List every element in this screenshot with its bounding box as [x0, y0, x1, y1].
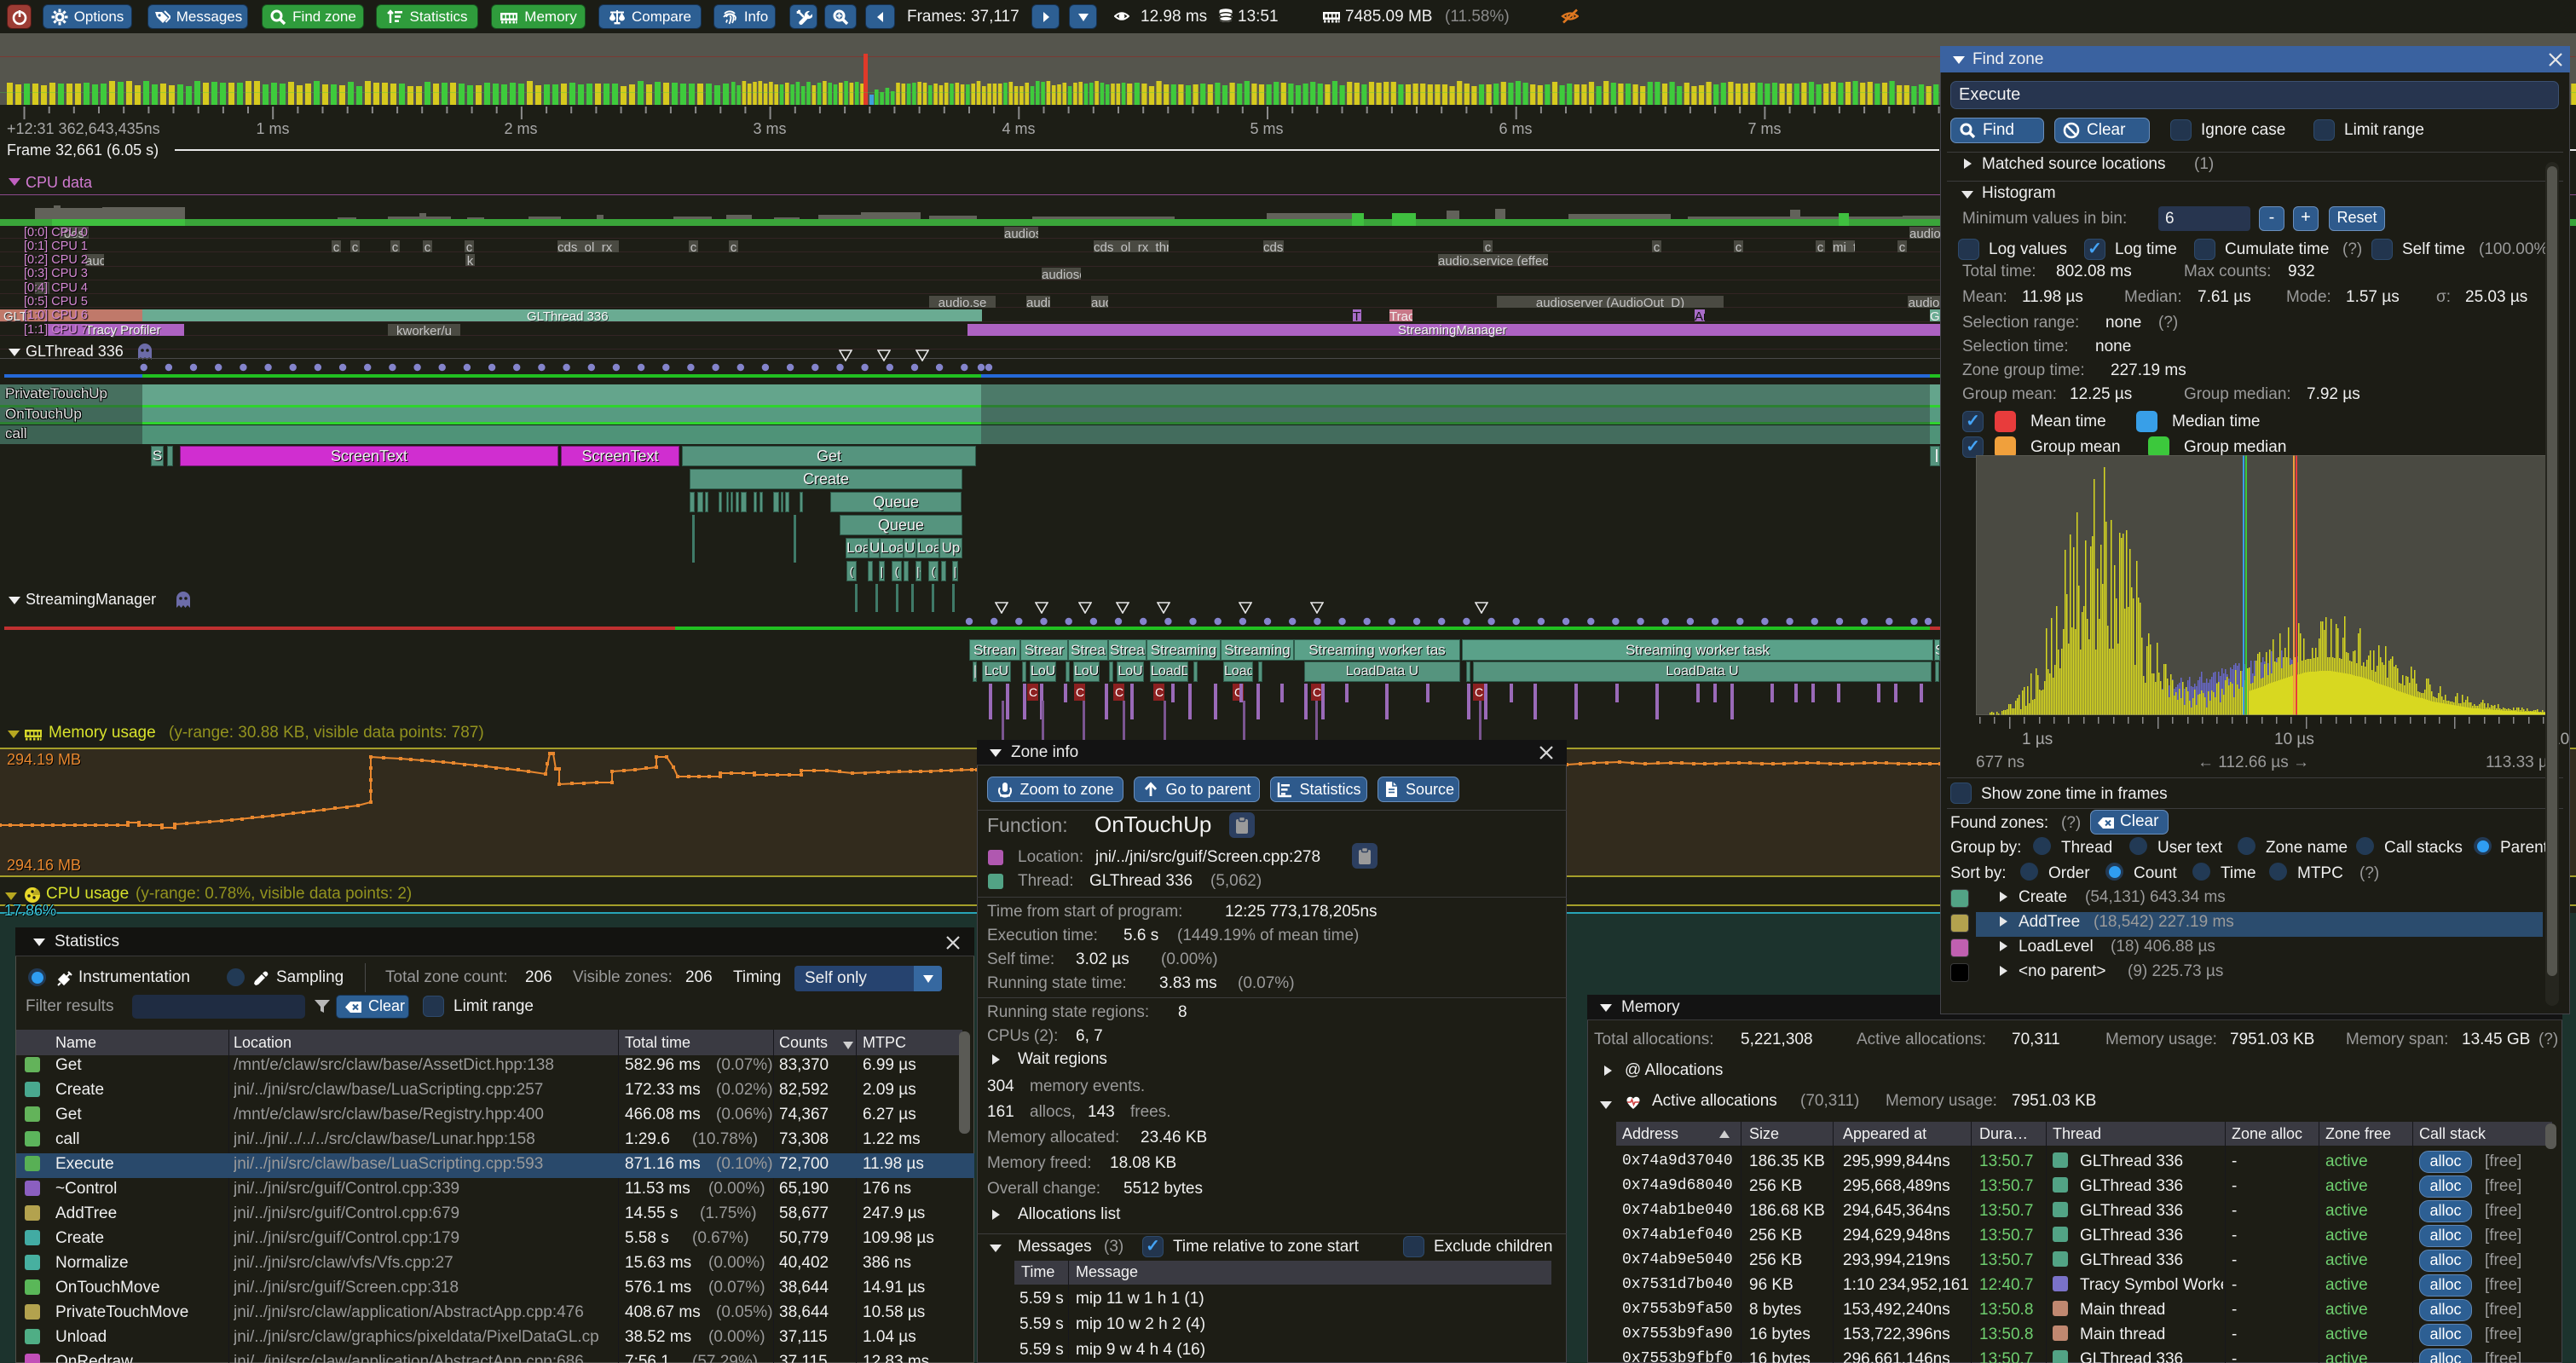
svg-text:C: C — [1313, 685, 1321, 699]
svg-text:C: C — [1475, 685, 1483, 699]
svg-text:C: C — [1029, 685, 1037, 699]
svg-text:C: C — [1115, 685, 1123, 699]
svg-text:C: C — [1155, 685, 1164, 699]
svg-text:C: C — [1076, 685, 1084, 699]
